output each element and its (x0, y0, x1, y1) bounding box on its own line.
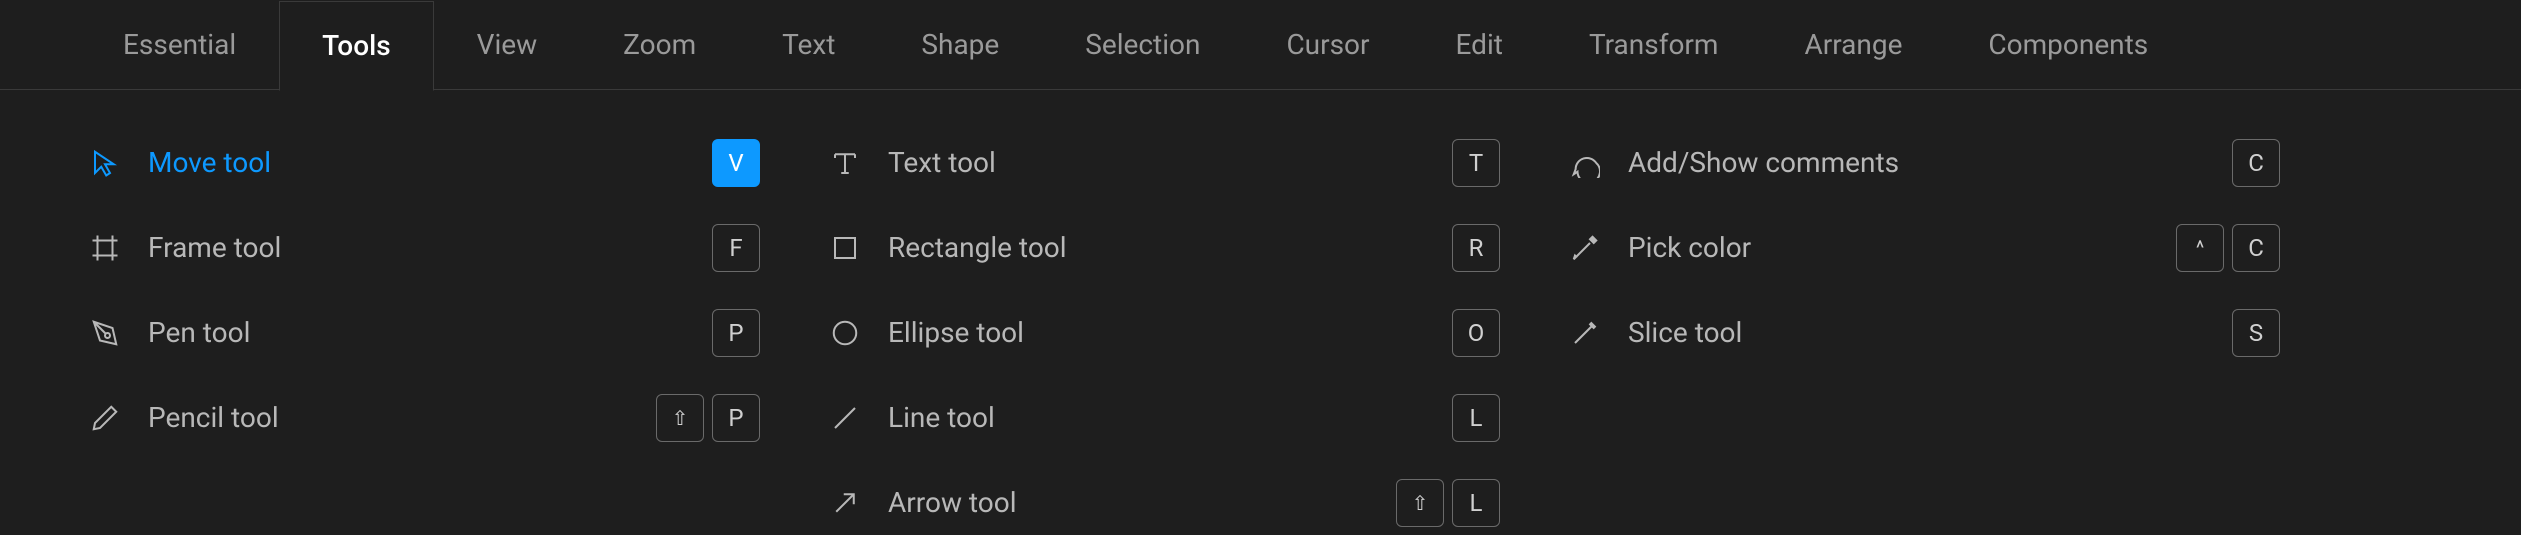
rectangle-icon (820, 233, 870, 263)
shortcut-slice-tool[interactable]: Slice tool S (1560, 290, 2280, 375)
tab-bar: Essential Tools View Zoom Text Shape Sel… (0, 0, 2521, 90)
shortcut-comments[interactable]: Add/Show comments C (1560, 120, 2280, 205)
key-badge: S (2232, 309, 2280, 357)
shortcut-rectangle-tool[interactable]: Rectangle tool R (820, 205, 1500, 290)
key-badge: L (1452, 394, 1500, 442)
key-badge: R (1452, 224, 1500, 272)
shortcut-label: Rectangle tool (888, 231, 1452, 264)
tab-essential[interactable]: Essential (80, 0, 279, 90)
key-badge: C (2232, 224, 2280, 272)
shortcut-pencil-tool[interactable]: Pencil tool ⇧ P (80, 375, 760, 460)
key-badge: ⇧ (656, 394, 704, 442)
shortcut-label: Text tool (888, 146, 1452, 179)
ellipse-icon (820, 318, 870, 348)
tab-zoom[interactable]: Zoom (580, 0, 739, 90)
shortcut-label: Line tool (888, 401, 1452, 434)
shortcut-pen-tool[interactable]: Pen tool P (80, 290, 760, 375)
shortcut-text-tool[interactable]: Text tool T (820, 120, 1500, 205)
shortcut-frame-tool[interactable]: Frame tool F (80, 205, 760, 290)
tab-transform[interactable]: Transform (1546, 0, 1762, 90)
shortcut-label: Add/Show comments (1628, 146, 2232, 179)
key-badge: O (1452, 309, 1500, 357)
tab-arrange[interactable]: Arrange (1761, 0, 1945, 90)
tab-selection[interactable]: Selection (1042, 0, 1243, 90)
pen-icon (80, 318, 130, 348)
frame-icon (80, 233, 130, 263)
pencil-icon (80, 403, 130, 433)
key-badge: P (712, 394, 760, 442)
key-badge: ^ (2176, 224, 2224, 272)
shortcut-label: Pen tool (148, 316, 712, 349)
text-icon (820, 148, 870, 178)
shortcut-label: Pick color (1628, 231, 2176, 264)
shortcut-move-tool[interactable]: Move tool V (80, 120, 760, 205)
shortcut-label: Move tool (148, 146, 712, 179)
tab-text[interactable]: Text (739, 0, 878, 90)
shortcut-pick-color[interactable]: Pick color ^ C (1560, 205, 2280, 290)
key-badge: ⇧ (1396, 479, 1444, 527)
shortcut-label: Ellipse tool (888, 316, 1452, 349)
tab-components[interactable]: Components (1945, 0, 2191, 90)
arrow-icon (820, 488, 870, 518)
key-badge: V (712, 139, 760, 187)
comment-icon (1560, 148, 1610, 178)
eyedropper-icon (1560, 233, 1610, 263)
shortcut-label: Frame tool (148, 231, 712, 264)
key-badge: P (712, 309, 760, 357)
tab-edit[interactable]: Edit (1413, 0, 1546, 90)
tab-tools[interactable]: Tools (279, 1, 433, 91)
key-badge: C (2232, 139, 2280, 187)
shortcut-arrow-tool[interactable]: Arrow tool ⇧ L (820, 460, 1500, 535)
shortcut-ellipse-tool[interactable]: Ellipse tool O (820, 290, 1500, 375)
key-badge: T (1452, 139, 1500, 187)
shortcut-label: Arrow tool (888, 486, 1396, 519)
shortcut-label: Pencil tool (148, 401, 656, 434)
tab-view[interactable]: View (434, 0, 581, 90)
key-badge: L (1452, 479, 1500, 527)
key-badge: F (712, 224, 760, 272)
shortcut-line-tool[interactable]: Line tool L (820, 375, 1500, 460)
tab-cursor[interactable]: Cursor (1243, 0, 1412, 90)
move-icon (80, 148, 130, 178)
line-icon (820, 403, 870, 433)
tab-shape[interactable]: Shape (878, 0, 1042, 90)
slice-icon (1560, 318, 1610, 348)
shortcut-label: Slice tool (1628, 316, 2232, 349)
shortcuts-panel: Move tool V Frame tool F Pen tool (0, 90, 2521, 535)
